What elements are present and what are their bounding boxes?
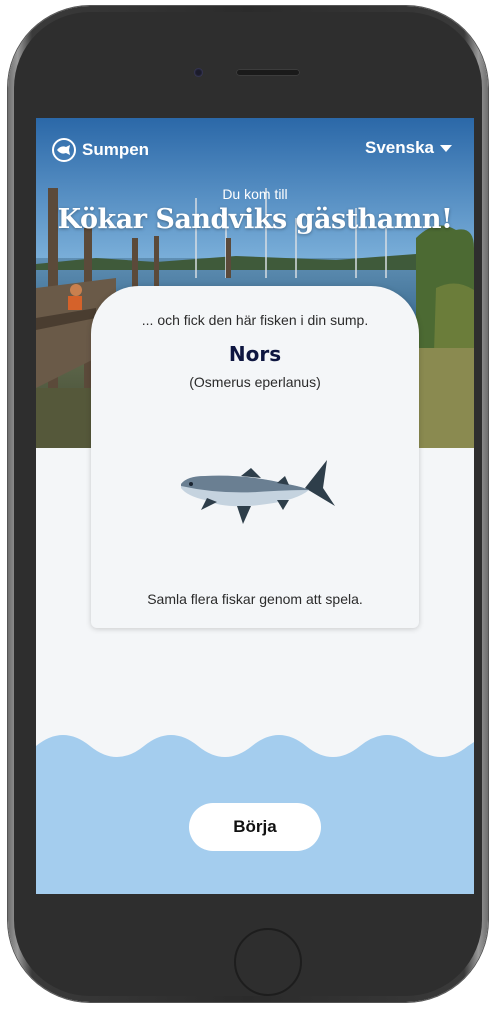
fish-in-circle-icon [52,138,76,162]
home-button[interactable] [234,928,302,996]
smelt-fish-illustration [181,460,335,524]
app-screen: Sumpen Svenska Du kom till Kökar Sandvik… [36,118,474,894]
caret-down-icon [440,144,452,152]
collect-more-hint: Samla flera fiskar genom att spela. [147,591,363,607]
app-name: Sumpen [82,140,150,159]
arrival-prefix: Du kom till [222,186,288,202]
fish-latin-name: (Osmerus eperlanus) [189,374,321,390]
language-label: Svenska [365,138,434,157]
front-camera [194,68,203,77]
home-logo-link[interactable]: Sumpen [52,136,149,164]
fish-card: ... och fick den här fisken i din sump. … [91,286,419,628]
language-selector[interactable]: Svenska [365,138,452,158]
fish-name: Nors [228,342,282,366]
top-bar: Sumpen Svenska [36,118,474,178]
start-button[interactable]: Börja [189,803,321,851]
earpiece-speaker [236,69,300,76]
harbor-title: Kökar Sandviks gästhamn! [57,204,453,235]
catch-intro-text: ... och fick den här fisken i din sump. [141,312,369,328]
